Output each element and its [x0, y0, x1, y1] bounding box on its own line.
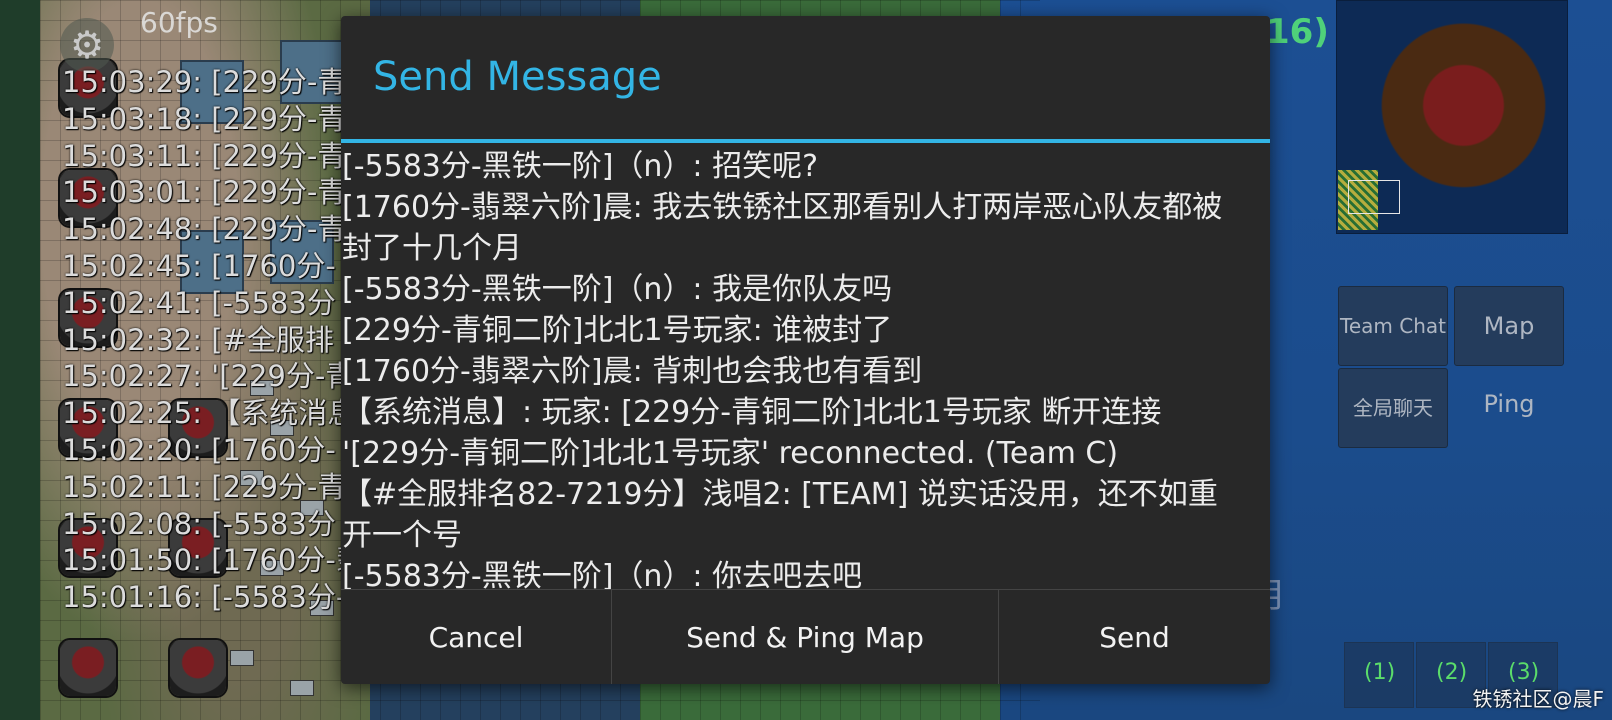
tank[interactable]: [290, 680, 314, 696]
team-number: (2): [1436, 660, 1468, 685]
title-divider: [341, 139, 1270, 143]
minimap-score: 16): [1266, 12, 1329, 52]
chat-log-line: 15:02:08: [-5583分: [62, 506, 336, 541]
chat-log-line: 15:02:32: [#全服排: [62, 322, 334, 357]
chat-log-line: 15:02:41: [-5583分: [62, 285, 336, 320]
send-message-dialog: Send Message [-5583分-黑铁一阶]（n）: 招笑呢? [176…: [341, 16, 1270, 684]
chat-log-line: 15:03:01: [229分-青: [62, 175, 347, 210]
message-item: [-5583分-黑铁一阶]（n）: 你去吧去吧: [342, 559, 863, 590]
unit[interactable]: [60, 640, 116, 696]
chat-log-line: 15:02:48: [229分-青: [62, 212, 347, 247]
message-item: 【#全服排名82-7219分】浅唱2: [TEAM] 说实话没用，还不如重开一个…: [342, 477, 1218, 553]
unit[interactable]: [170, 640, 226, 696]
chat-log-line: 15:03:11: [229分-青: [62, 138, 347, 173]
message-item: [-5583分-黑铁一阶]（n）: 我是你队友吗: [342, 272, 893, 307]
dialog-button-bar: Cancel Send & Ping Map Send: [341, 589, 1270, 684]
chat-log-line: 15:03:18: [229分-青: [62, 101, 347, 136]
dialog-title: Send Message: [373, 54, 662, 100]
message-item: '[229分-青铜二阶]北北1号玩家' reconnected. (Team C…: [342, 436, 1119, 471]
chat-log-line: 15:02:11: [229分-青: [62, 469, 347, 504]
cancel-button[interactable]: Cancel: [341, 590, 611, 684]
message-list[interactable]: [-5583分-黑铁一阶]（n）: 招笑呢? [1760分-翡翠六阶]晨: 我去…: [341, 146, 1270, 590]
global-chat-button[interactable]: 全局聊天: [1338, 368, 1448, 448]
chat-log-line: 15:01:16: [-5583分-: [62, 580, 347, 615]
team-number: (3): [1508, 660, 1540, 685]
tank[interactable]: [230, 650, 254, 666]
message-item: [-5583分-黑铁一阶]（n）: 招笑呢?: [342, 149, 818, 184]
message-item: [1760分-翡翠六阶]晨: 我去铁锈社区那看别人打两岸恶心队友都被封了十几个月: [342, 190, 1223, 266]
message-item: [229分-青铜二阶]北北1号玩家: 谁被封了: [342, 313, 893, 348]
send-and-ping-map-button[interactable]: Send & Ping Map: [611, 590, 998, 684]
team-number: (1): [1364, 660, 1396, 685]
message-item: 【系统消息】: 玩家: [229分-青铜二阶]北北1号玩家 断开连接: [342, 395, 1162, 430]
message-item: [1760分-翡翠六阶]晨: 背刺也会我也有看到: [342, 354, 923, 389]
chat-log: 15:03:29: [229分-青 15:03:18: [229分-青 15:0…: [62, 64, 365, 616]
chat-log-line: 15:02:25: 【系统消息: [62, 396, 357, 431]
chat-log-line: 15:02:27: '[229分-青: [62, 359, 355, 394]
send-button[interactable]: Send: [998, 590, 1270, 684]
chat-log-line: 15:02:45: [1760分-: [62, 248, 336, 283]
fps-counter: 60fps: [140, 6, 218, 39]
team-chat-button[interactable]: Team Chat: [1338, 286, 1448, 366]
watermark: 铁锈社区@晨F: [1472, 687, 1604, 711]
minimap-viewport[interactable]: [1348, 180, 1400, 214]
chat-log-line: 15:02:20: [1760分-: [62, 432, 336, 467]
map-ping-button[interactable]: Map Ping: [1454, 286, 1564, 418]
chat-log-line: 15:01:50: [1760分-翡: [62, 543, 365, 578]
chat-log-line: 15:03:29: [229分-青: [62, 65, 347, 99]
